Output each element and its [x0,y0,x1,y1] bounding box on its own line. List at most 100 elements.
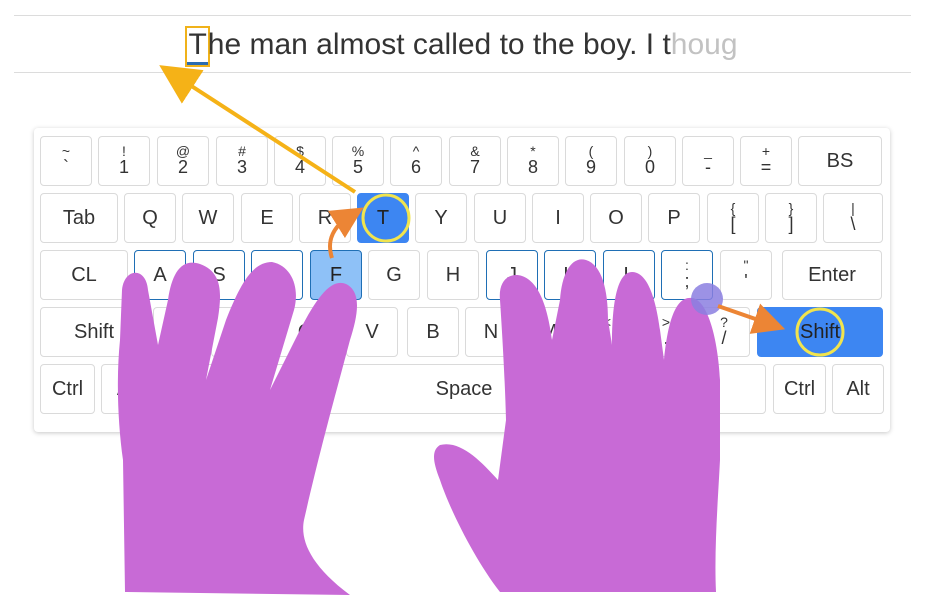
key-5[interactable]: % 5 [332,136,384,186]
key-space[interactable]: Space [162,364,766,414]
key-k[interactable]: K [544,250,596,300]
key-v[interactable]: V [346,307,398,357]
key-t[interactable]: T [357,193,409,243]
key-minus[interactable]: _ - [682,136,734,186]
key-j[interactable]: J [486,250,538,300]
key-9[interactable]: (9 [565,136,617,186]
key-equals[interactable]: + = [740,136,792,186]
key-rctrl[interactable]: Ctrl [773,364,826,414]
key-s[interactable]: S [193,250,245,300]
key-quote[interactable]: " ' [720,250,772,300]
key-base-symbol: [ [730,214,736,234]
current-character: T [185,26,210,67]
key-label: W [198,206,218,229]
key-base-symbol: \ [850,214,856,234]
key-enter[interactable]: Enter [782,250,882,300]
key-6[interactable]: ^ 6 [390,136,442,186]
key-label: Ctrl [51,377,84,400]
key-0[interactable]: ) 0 [624,136,676,186]
key-label: Alt [116,377,141,400]
key-l[interactable]: L [603,250,655,300]
key-label: Space [435,377,493,400]
key-lctrl[interactable]: Ctrl [40,364,95,414]
key-e[interactable]: E [241,193,293,243]
key-q[interactable]: Q [124,193,176,243]
key-b[interactable]: B [407,307,459,357]
key-base-symbol: 8 [527,157,538,177]
key-comma[interactable]: <, [581,307,633,357]
sentence-bottom-rule [14,72,911,73]
key-label: B [426,320,440,343]
key-label: Z [172,320,186,343]
key-7[interactable]: & 7 [449,136,501,186]
virtual-keyboard: ~ `! 1 @2 #3 $4% 5 ^ 6 & 7 * 8(9) 0 _ - + = BS Tab Q W E R T Y U I O… [34,128,890,432]
key-label: C [297,320,313,343]
key-label: X [230,320,244,343]
key-caps[interactable]: CL [40,250,128,300]
key-label: L [623,263,635,286]
key-base-symbol: 3 [236,157,247,177]
key-4[interactable]: $4 [274,136,326,186]
key-base-symbol: 9 [585,157,596,177]
key-y[interactable]: Y [415,193,467,243]
key-label: I [555,206,561,229]
key-8[interactable]: * 8 [507,136,559,186]
key-h[interactable]: H [427,250,479,300]
key-tilde[interactable]: ~ ` [40,136,92,186]
key-u[interactable]: U [474,193,526,243]
key-label: Alt [846,377,870,400]
key-x[interactable]: X [211,307,263,357]
key-base-symbol: 7 [469,157,480,177]
key-ralt[interactable]: Alt [832,364,884,414]
key-m[interactable]: M [523,307,575,357]
key-w[interactable]: W [182,193,234,243]
key-label: E [260,206,274,229]
key-i[interactable]: I [532,193,584,243]
key-f[interactable]: F [310,250,362,300]
key-2[interactable]: @2 [157,136,209,186]
key-r[interactable]: R [299,193,351,243]
key-base-symbol: 1 [118,157,129,177]
key-lshift[interactable]: Shift [40,307,148,357]
key-c[interactable]: C [269,307,341,357]
key-base-symbol: ; [684,271,690,291]
key-label: Y [434,206,448,229]
key-backspace[interactable]: BS [798,136,882,186]
key-base-symbol: ] [788,214,794,234]
key-slash[interactable]: ? / [698,307,750,357]
key-p[interactable]: P [648,193,700,243]
key-label: U [492,206,508,229]
key-period[interactable]: >. [640,307,692,357]
key-3[interactable]: #3 [216,136,268,186]
key-backslash[interactable]: | \ [823,193,883,243]
key-label: H [445,263,461,286]
key-d[interactable]: D [251,250,303,300]
key-rshift[interactable]: Shift [757,307,883,357]
key-lalt[interactable]: Alt [101,364,156,414]
key-z[interactable]: Z [153,307,205,357]
key-label: CL [71,263,97,286]
key-1[interactable]: ! 1 [98,136,150,186]
key-a[interactable]: A [134,250,186,300]
key-rbracket[interactable]: }] [765,193,817,243]
key-label: R [317,206,333,229]
key-label: K [563,263,577,286]
key-semicolon[interactable]: :; [661,250,713,300]
key-base-symbol: ' [744,271,748,291]
sentence-top-rule [14,15,911,16]
key-base-symbol: 5 [352,157,363,177]
key-label: J [507,263,517,286]
key-label: T [376,206,390,229]
key-label: M [540,320,558,343]
typing-sentence: The man almost called to the boy. I thou… [0,22,925,68]
key-n[interactable]: N [465,307,517,357]
key-label: Shift [799,320,841,343]
key-tab[interactable]: Tab [40,193,118,243]
key-base-symbol: . [663,328,669,348]
key-g[interactable]: G [368,250,420,300]
key-base-symbol: ` [63,157,69,177]
key-label: P [667,206,681,229]
key-lbracket[interactable]: {[ [707,193,759,243]
key-o[interactable]: O [590,193,642,243]
sentence-rest: he man almost called to the boy. I t [207,28,671,61]
